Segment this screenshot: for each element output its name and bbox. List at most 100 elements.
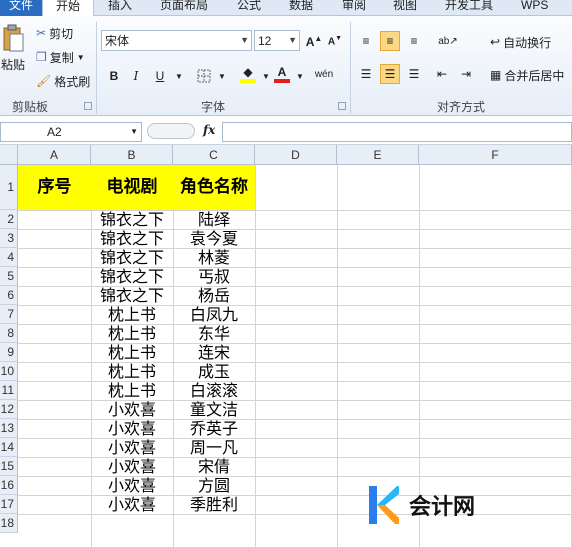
- table-cell[interactable]: [18, 210, 91, 229]
- font-size-combo[interactable]: 12 ▼: [254, 30, 300, 51]
- border-button[interactable]: [194, 66, 214, 86]
- font-color-button[interactable]: A: [272, 64, 292, 84]
- row-header[interactable]: 17: [0, 495, 18, 514]
- table-cell[interactable]: [18, 267, 91, 286]
- table-cell[interactable]: 白滚滚: [173, 381, 255, 400]
- row-header[interactable]: 12: [0, 400, 18, 419]
- table-cell[interactable]: [18, 438, 91, 457]
- row-header[interactable]: 18: [0, 514, 18, 533]
- tab-formulas[interactable]: 公式: [237, 0, 261, 16]
- table-cell[interactable]: 成玉: [173, 362, 255, 381]
- table-cell[interactable]: [18, 495, 91, 514]
- tab-developer[interactable]: 开发工具: [445, 0, 493, 16]
- row-header[interactable]: 2: [0, 210, 18, 229]
- table-cell[interactable]: [18, 476, 91, 495]
- fill-color-button[interactable]: ◆: [238, 64, 258, 84]
- bold-button[interactable]: B: [104, 66, 124, 86]
- table-cell[interactable]: 东华: [173, 324, 255, 343]
- table-cell[interactable]: 枕上书: [91, 381, 173, 400]
- italic-button[interactable]: I: [126, 66, 146, 86]
- copy-button[interactable]: ❐ 复制 ▼: [36, 47, 85, 67]
- row-header[interactable]: 4: [0, 248, 18, 267]
- orientation-button[interactable]: ab↗: [438, 31, 458, 51]
- table-cell[interactable]: [18, 324, 91, 343]
- table-cell[interactable]: [18, 457, 91, 476]
- header-cell[interactable]: 电视剧: [91, 165, 173, 210]
- table-cell[interactable]: 小欢喜: [91, 495, 173, 514]
- table-cell[interactable]: 小欢喜: [91, 419, 173, 438]
- table-cell[interactable]: 锦衣之下: [91, 286, 173, 305]
- table-cell[interactable]: 锦衣之下: [91, 229, 173, 248]
- shrink-font-button[interactable]: A▼: [325, 31, 345, 51]
- select-all-corner[interactable]: [0, 145, 18, 165]
- table-cell[interactable]: 杨岳: [173, 286, 255, 305]
- increase-indent-button[interactable]: ⇥: [456, 64, 476, 84]
- name-box[interactable]: A2 ▼: [0, 122, 142, 142]
- row-header[interactable]: 16: [0, 476, 18, 495]
- row-header[interactable]: 7: [0, 305, 18, 324]
- row-header[interactable]: 15: [0, 457, 18, 476]
- table-cell[interactable]: 小欢喜: [91, 457, 173, 476]
- table-cell[interactable]: 小欢喜: [91, 476, 173, 495]
- table-cell[interactable]: 小欢喜: [91, 438, 173, 457]
- header-cell[interactable]: 序号: [18, 165, 91, 210]
- tab-insert[interactable]: 插入: [108, 0, 132, 16]
- formula-input[interactable]: [222, 122, 572, 142]
- table-cell[interactable]: [18, 248, 91, 267]
- table-cell[interactable]: 宋倩: [173, 457, 255, 476]
- tab-file[interactable]: 文件: [0, 0, 42, 16]
- grow-font-button[interactable]: A▲: [304, 31, 324, 51]
- column-header-b[interactable]: B: [91, 145, 173, 165]
- tab-home[interactable]: 开始: [42, 0, 94, 16]
- row-header[interactable]: 13: [0, 419, 18, 438]
- table-cell[interactable]: 季胜利: [173, 495, 255, 514]
- table-cell[interactable]: 白凤九: [173, 305, 255, 324]
- row-header[interactable]: 10: [0, 362, 18, 381]
- table-cell[interactable]: [18, 400, 91, 419]
- column-header-a[interactable]: A: [18, 145, 91, 165]
- table-cell[interactable]: 枕上书: [91, 324, 173, 343]
- row-header[interactable]: 6: [0, 286, 18, 305]
- chevron-down-icon[interactable]: ▼: [130, 123, 138, 141]
- align-middle-button[interactable]: ≡: [380, 31, 400, 51]
- paste-button[interactable]: 粘贴: [0, 24, 26, 84]
- font-color-dropdown[interactable]: ▼: [290, 66, 310, 86]
- table-cell[interactable]: 锦衣之下: [91, 267, 173, 286]
- font-name-combo[interactable]: 宋体 ▼: [101, 30, 252, 51]
- table-cell[interactable]: [18, 362, 91, 381]
- table-cell[interactable]: [18, 229, 91, 248]
- column-header-e[interactable]: E: [337, 145, 419, 165]
- tab-page-layout[interactable]: 页面布局: [160, 0, 208, 16]
- table-cell[interactable]: 连宋: [173, 343, 255, 362]
- table-cell[interactable]: [18, 305, 91, 324]
- table-cell[interactable]: 周一凡: [173, 438, 255, 457]
- row-header[interactable]: 5: [0, 267, 18, 286]
- column-header-c[interactable]: C: [173, 145, 255, 165]
- tab-review[interactable]: 审阅: [342, 0, 366, 16]
- table-cell[interactable]: 枕上书: [91, 305, 173, 324]
- decrease-indent-button[interactable]: ⇤: [432, 64, 452, 84]
- fx-icon[interactable]: fx: [203, 123, 215, 137]
- table-cell[interactable]: [18, 419, 91, 438]
- row-header[interactable]: 1: [0, 165, 18, 210]
- row-header[interactable]: 14: [0, 438, 18, 457]
- underline-dropdown[interactable]: ▼: [169, 66, 189, 86]
- row-header[interactable]: 11: [0, 381, 18, 400]
- format-painter-button[interactable]: 🖌 格式刷: [36, 71, 90, 91]
- align-top-button[interactable]: ≡: [356, 31, 376, 51]
- align-center-button[interactable]: ☰: [380, 64, 400, 84]
- table-cell[interactable]: 锦衣之下: [91, 248, 173, 267]
- table-cell[interactable]: [18, 381, 91, 400]
- table-cell[interactable]: 袁今夏: [173, 229, 255, 248]
- table-cell[interactable]: [18, 343, 91, 362]
- table-cell[interactable]: 枕上书: [91, 362, 173, 381]
- cut-button[interactable]: ✂ 剪切: [36, 23, 73, 43]
- table-cell[interactable]: [18, 286, 91, 305]
- table-cell[interactable]: 方圆: [173, 476, 255, 495]
- tab-view[interactable]: 视图: [393, 0, 417, 16]
- font-launcher-icon[interactable]: [338, 102, 346, 110]
- column-header-d[interactable]: D: [255, 145, 337, 165]
- phonetic-button[interactable]: wén: [314, 64, 334, 84]
- merge-center-button[interactable]: ▦ 合并后居中: [490, 65, 564, 85]
- formula-bar-resize-handle[interactable]: [147, 123, 195, 139]
